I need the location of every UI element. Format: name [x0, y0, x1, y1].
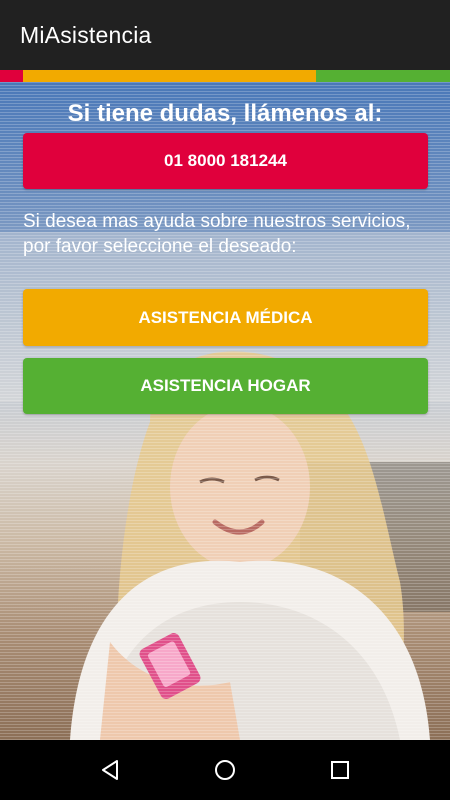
help-heading: Si tiene dudas, llámenos al: [67, 100, 383, 127]
recents-icon [331, 761, 350, 779]
back-button[interactable] [90, 750, 130, 790]
app-title: MiAsistencia [20, 21, 152, 48]
main-content: Si tiene dudas, llámenos al: 01 8000 181… [0, 82, 450, 740]
home-assistance-button[interactable]: ASISTENCIA HOGAR [23, 358, 428, 414]
accent-stripe-red [0, 70, 23, 82]
accent-stripe-yellow [23, 70, 316, 82]
back-icon [101, 760, 118, 780]
info-text: Si desea mas ayuda sobre nuestros servic… [23, 211, 411, 257]
app-bar: MiAsistencia [0, 0, 450, 70]
medical-assistance-button[interactable]: ASISTENCIA MÉDICA [23, 289, 428, 346]
system-nav-bar [0, 740, 450, 800]
home-button[interactable] [205, 750, 245, 790]
home-icon [214, 760, 235, 780]
recents-button[interactable] [320, 750, 360, 790]
accent-stripe-green [316, 70, 450, 82]
call-phone-button[interactable]: 01 8000 181244 [23, 133, 428, 189]
